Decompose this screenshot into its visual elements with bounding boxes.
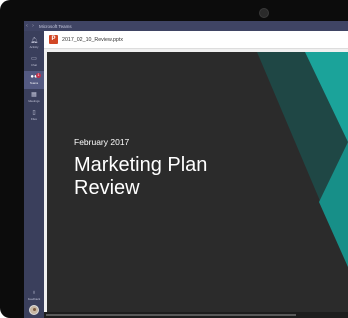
file-icon: ▯ — [32, 110, 36, 116]
rail-item-chat[interactable]: ▭ Chat — [24, 53, 44, 71]
rail-item-meetings[interactable]: ▦ Meetings — [24, 89, 44, 107]
rail-item-label: Files — [31, 117, 37, 121]
horizontal-scrollbar[interactable] — [44, 312, 348, 318]
chat-icon: ▭ — [31, 56, 37, 62]
window-title: Microsoft Teams — [39, 23, 72, 29]
rail-item-activity[interactable]: 🔔︎ Activity — [24, 35, 44, 53]
rail-item-label: Teams — [29, 81, 39, 85]
tablet-device: ‹ › Microsoft Teams 🔔︎ Activity ▭ Chat ●… — [0, 0, 348, 318]
teams-window: ‹ › Microsoft Teams 🔔︎ Activity ▭ Chat ●… — [24, 21, 348, 318]
app-rail: 🔔︎ Activity ▭ Chat ●● Teams 1 ▦ Meetings… — [24, 31, 44, 318]
rail-item-label: Chat — [31, 63, 37, 67]
presentation-viewer: February 2017 Marketing Plan Review — [44, 49, 348, 318]
rail-item-teams[interactable]: ●● Teams 1 — [24, 71, 44, 89]
rail-item-feedback[interactable]: ♁ Feedback — [24, 287, 44, 305]
powerpoint-icon: P — [49, 35, 58, 44]
rail-item-label: Activity — [29, 45, 39, 49]
scrollbar-thumb[interactable] — [46, 314, 296, 316]
title-bar: ‹ › Microsoft Teams — [24, 21, 348, 31]
rail-item-files[interactable]: ▯ Files — [24, 107, 44, 125]
avatar[interactable] — [29, 305, 39, 315]
rail-item-label: Feedback — [27, 297, 41, 301]
slide-title: Marketing Plan Review — [74, 154, 208, 199]
lightbulb-icon: ♁ — [31, 290, 37, 296]
slide-date: February 2017 — [74, 137, 130, 147]
calendar-icon: ▦ — [31, 92, 37, 98]
teams-icon: ●● — [30, 74, 38, 80]
camera-icon — [259, 8, 269, 18]
bell-icon: 🔔︎ — [30, 38, 38, 44]
notification-badge: 1 — [36, 73, 41, 78]
file-header: P 2017_02_10_Review.pptx — [44, 31, 348, 49]
forward-arrow-icon[interactable]: › — [30, 23, 36, 29]
file-name[interactable]: 2017_02_10_Review.pptx — [62, 37, 123, 43]
rail-item-label: Meetings — [28, 99, 40, 103]
slide: February 2017 Marketing Plan Review — [47, 52, 348, 312]
